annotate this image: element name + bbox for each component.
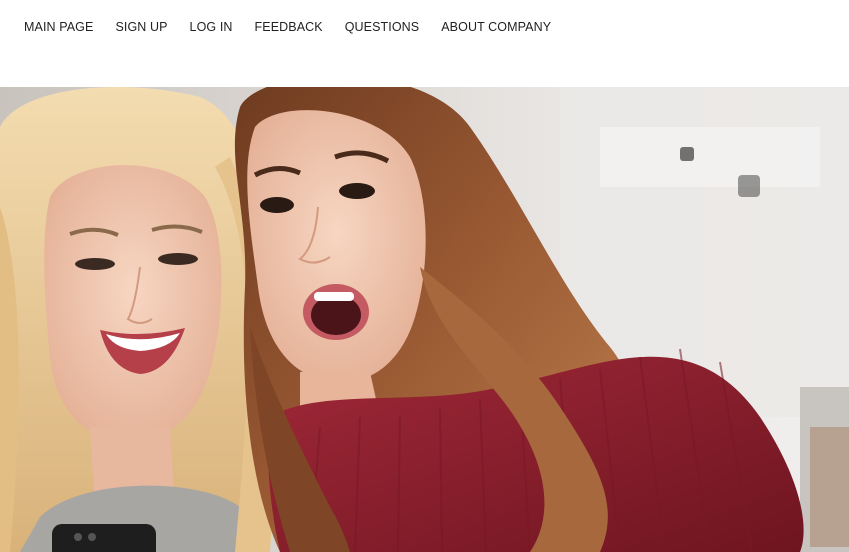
hero-image bbox=[0, 87, 849, 552]
nav-item-sign-up: SIGN UP bbox=[115, 19, 189, 35]
nav-link-feedback[interactable]: FEEDBACK bbox=[255, 19, 323, 35]
hero-photo-illustration bbox=[0, 87, 849, 552]
nav-link-about-company[interactable]: ABOUT COMPANY bbox=[441, 19, 551, 35]
nav-link-questions[interactable]: QUESTIONS bbox=[345, 19, 420, 35]
nav-item-log-in: LOG IN bbox=[190, 19, 255, 35]
phone bbox=[52, 524, 156, 552]
nav-item-feedback: FEEDBACK bbox=[255, 19, 345, 35]
nav-list: MAIN PAGE SIGN UP LOG IN FEEDBACK QUESTI… bbox=[24, 19, 573, 35]
nav-item-questions: QUESTIONS bbox=[345, 19, 442, 35]
nav-link-main-page[interactable]: MAIN PAGE bbox=[24, 19, 93, 35]
nav-link-log-in[interactable]: LOG IN bbox=[190, 19, 233, 35]
nav-item-about-company: ABOUT COMPANY bbox=[441, 19, 573, 35]
top-navigation: MAIN PAGE SIGN UP LOG IN FEEDBACK QUESTI… bbox=[0, 0, 849, 87]
nav-item-main-page: MAIN PAGE bbox=[24, 19, 115, 35]
nav-link-sign-up[interactable]: SIGN UP bbox=[115, 19, 167, 35]
